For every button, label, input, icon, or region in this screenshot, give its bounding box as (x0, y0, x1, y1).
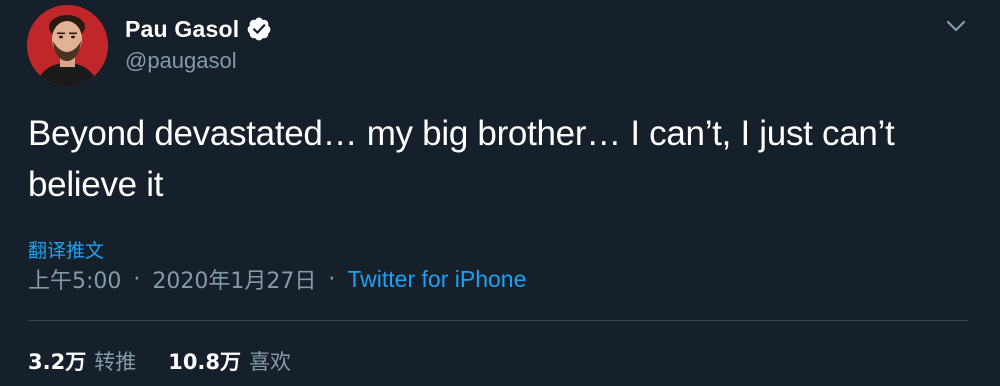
chevron-down-icon[interactable] (944, 16, 968, 36)
divider (28, 320, 968, 321)
avatar-image (27, 5, 108, 86)
tweet-source-link[interactable]: Twitter for iPhone (347, 266, 526, 293)
tweet-date[interactable]: 2020年1月27日 (152, 263, 316, 295)
retweets-stat[interactable]: 3.2万 转推 (28, 346, 136, 376)
tweet-text: Beyond devastated… my big brother… I can… (28, 114, 895, 204)
likes-count: 10.8万 (168, 350, 242, 374)
likes-stat[interactable]: 10.8万 喜欢 (168, 346, 291, 376)
retweets-count: 3.2万 (28, 350, 87, 374)
tweet-stats: 3.2万 转推 10.8万 喜欢 (28, 346, 323, 376)
verified-badge-icon (247, 17, 271, 41)
translate-tweet-link[interactable]: 翻译推文 (28, 236, 104, 263)
meta-separator: · (133, 266, 141, 292)
author-name-row: Pau Gasol (125, 14, 272, 44)
meta-separator: · (328, 266, 336, 292)
tweet-metadata: 上午5:00 · 2020年1月27日 · Twitter for iPhone (28, 263, 526, 295)
avatar[interactable] (27, 5, 108, 86)
retweets-label: 转推 (94, 350, 137, 374)
tweet-card: Pau Gasol @paugasol Beyond devastated… m… (0, 0, 1000, 386)
author-display-name[interactable]: Pau Gasol (125, 16, 239, 43)
tweet-time[interactable]: 上午5:00 (28, 263, 121, 295)
author-handle[interactable]: @paugasol (125, 48, 237, 74)
likes-label: 喜欢 (249, 350, 292, 374)
